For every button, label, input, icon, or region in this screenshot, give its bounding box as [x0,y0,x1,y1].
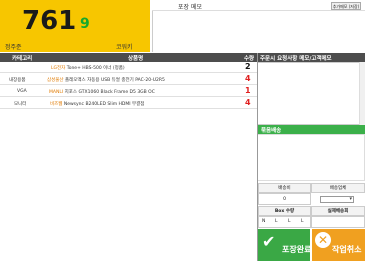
bundle-shipping-area[interactable] [257,134,365,181]
packing-complete-label: 포장완료 [282,245,312,254]
box-size-l[interactable]: L [288,219,291,224]
product-column-header: 상품명 [128,56,144,62]
shipping-company-select[interactable]: ▾ [320,196,354,203]
shipping-company-label: 배송업체 [329,186,347,191]
add-memo-button[interactable]: 추가메모 (저장) [331,2,361,10]
close-icon: ✕ [315,232,331,248]
row-product-name: Newsync B240LED Slim HDMI 무결점 [63,102,145,107]
row-product-name: Tone+ HBS-500 이너 (정품) [66,66,125,71]
customer-memo-title: 주문시 요청사항 메모/고객메모 [260,56,332,62]
shipping-fee-value: 0 [283,197,286,202]
category-column-header: 카테고리 [12,56,33,62]
check-icon: ✔ [262,232,276,251]
box-size-n[interactable]: N [262,219,265,224]
box-size-l[interactable]: L [301,219,304,224]
order-status: 정주준 [5,44,22,51]
row-brand: 비즈웹 [50,102,63,107]
table-row[interactable] [0,62,257,73]
row-category: 내장용품 [9,78,26,83]
row-qty: 2 [245,62,251,71]
row-category: 모니터 [14,102,27,107]
order-number-suffix: 9 [80,16,90,32]
order-number: 761 [22,6,77,36]
shipping-fee-label: 배송비 [278,186,291,191]
row-qty: 1 [245,86,251,95]
packing-memo-title: 포장 메모 [178,4,202,11]
actual-shipping-label: 실제배송회 [327,209,349,214]
chevron-down-icon: ▾ [349,196,352,202]
row-product-name: 폴레오맥스 자동용 USB 듀얼 충전기 PAC-20-U2R5 [65,78,165,83]
row-product-name: 지포스 GTX1060 Black Frame D5 3GB OC [64,90,155,95]
row-brand: LG전자 [51,66,66,71]
customer-memo-area[interactable] [257,62,365,125]
row-category: VGA [17,89,27,94]
row-product: MANLI 지포스 GTX1060 Black Frame D5 3GB OC [49,89,155,95]
box-size-l[interactable]: L [275,219,278,224]
box-qty-label: Box 수량 [274,209,295,214]
memo-scrollbar[interactable] [359,62,365,125]
row-product: 비즈웹 Newsync B240LED Slim HDMI 무결점 [50,101,144,107]
row-product: 삼성물산 폴레오맥스 자동용 USB 듀얼 충전기 PAC-20-U2R5 [47,77,165,83]
row-qty: 4 [245,98,251,107]
row-qty: 4 [245,74,251,83]
actual-shipping-field[interactable] [311,216,365,228]
qty-column-header: 수량 [244,56,255,62]
row-product: LG전자 Tone+ HBS-500 이너 (정품) [51,65,125,71]
cancel-work-label: 작업취소 [332,245,362,254]
order-code: 코워키 [116,44,133,51]
bundle-shipping-label: 묶음배송 [261,128,282,134]
row-brand: 삼성물산 [47,78,64,83]
row-brand: MANLI [49,90,64,95]
